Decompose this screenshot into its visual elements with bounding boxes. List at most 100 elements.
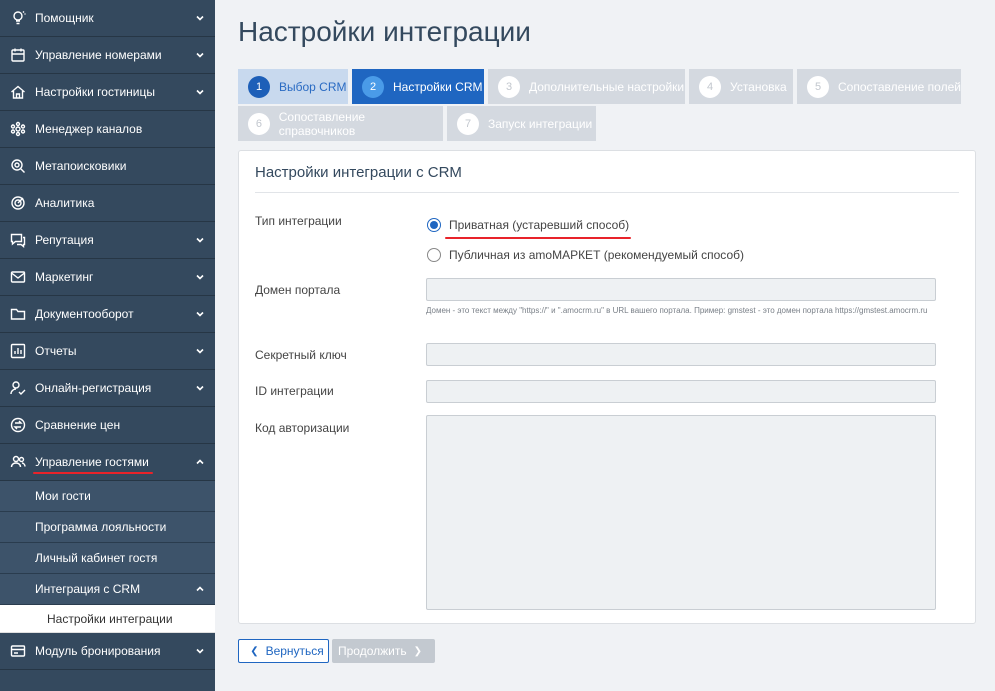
step-launch-integration[interactable]: 7 Запуск интеграции: [447, 106, 596, 141]
step-label: Настройки CRM: [393, 79, 483, 94]
back-button-label: Вернуться: [265, 644, 324, 658]
step-field-mapping[interactable]: 5 Сопоставление полей: [797, 69, 961, 104]
sidebar-subitem-label: Программа лояльности: [35, 520, 167, 534]
step-directory-mapping[interactable]: 6 Сопоставление справочников: [238, 106, 443, 141]
sidebar-item-label: Управление номерами: [35, 48, 162, 62]
sidebar-item-assistant[interactable]: Помощник: [0, 0, 215, 37]
calendar-icon: [9, 46, 27, 64]
sidebar-item-label: Отчеты: [35, 344, 77, 358]
sidebar-item-label: Настройки гостиницы: [35, 85, 155, 99]
main-content: Настройки интеграции 1 Выбор CRM 2 Настр…: [215, 0, 995, 691]
lightbulb-icon: [9, 9, 27, 27]
chevron-down-icon: [196, 274, 204, 280]
sidebar-item-documents[interactable]: Документооборот: [0, 296, 215, 333]
sidebar-item-label: Метапоисковики: [35, 159, 127, 173]
auth-code-textarea[interactable]: [426, 415, 936, 610]
step-number: 3: [498, 75, 520, 98]
chevron-down-icon: [196, 89, 204, 95]
radio-public-label: Публичная из amoМАРКЕТ (рекомендуемый сп…: [449, 248, 744, 262]
page-title: Настройки интеграции: [238, 16, 531, 47]
sidebar-item-analytics[interactable]: Аналитика: [0, 185, 215, 222]
step-number: 5: [807, 75, 829, 98]
sidebar-subsubitem-label: Настройки интеграции: [47, 611, 173, 626]
chat-icon: [9, 231, 27, 249]
price-compare-icon: [9, 416, 27, 434]
step-label: Выбор CRM: [279, 79, 347, 94]
sidebar-item-price-compare[interactable]: Сравнение цен: [0, 407, 215, 444]
chevron-left-icon: ❮: [250, 645, 259, 657]
chevron-down-icon: [196, 348, 204, 354]
sidebar-item-label: Онлайн-регистрация: [35, 381, 152, 395]
sidebar-subsubitem-integration-settings[interactable]: Настройки интеграции: [0, 605, 215, 633]
sidebar-item-label: Управление гостями: [33, 455, 153, 474]
integration-id-input[interactable]: [426, 380, 936, 403]
radio-public-indicator[interactable]: [427, 248, 441, 262]
radio-private-indicator[interactable]: [427, 218, 441, 232]
sidebar-item-online-registration[interactable]: Онлайн-регистрация: [0, 370, 215, 407]
step-number: 7: [457, 112, 479, 135]
step-installation[interactable]: 4 Установка: [689, 69, 793, 104]
sidebar-item-channel-manager[interactable]: Менеджер каналов: [0, 111, 215, 148]
sidebar-item-reports[interactable]: Отчеты: [0, 333, 215, 370]
domain-input[interactable]: [426, 278, 936, 301]
step-additional-settings[interactable]: 3 Дополнительные настройки: [488, 69, 685, 104]
sidebar-item-label: Репутация: [35, 233, 94, 247]
step-number: 6: [248, 112, 270, 135]
sidebar-subitem-my-guests[interactable]: Мои гости: [0, 481, 215, 512]
sidebar-item-label: Помощник: [35, 11, 94, 25]
booking-icon: [9, 642, 27, 660]
step-number: 2: [362, 75, 384, 98]
sidebar-item-reputation[interactable]: Репутация: [0, 222, 215, 259]
chevron-down-icon: [196, 52, 204, 58]
sidebar-item-label: Менеджер каналов: [35, 122, 143, 136]
radio-public[interactable]: Публичная из amoМАРКЕТ (рекомендуемый сп…: [427, 248, 744, 262]
step-label: Сопоставление полей: [838, 79, 961, 94]
sidebar-subitem-label: Мои гости: [35, 489, 91, 503]
folder-icon: [9, 305, 27, 323]
mail-icon: [9, 268, 27, 286]
domain-label: Домен портала: [255, 283, 341, 297]
step-label: Запуск интеграции: [488, 116, 593, 131]
sidebar-item-label: Маркетинг: [35, 270, 94, 284]
chevron-down-icon: [196, 311, 204, 317]
users-icon: [9, 453, 27, 471]
sidebar-item-booking-module[interactable]: Модуль бронирования: [0, 633, 215, 670]
chevron-down-icon: [196, 385, 204, 391]
sidebar-item-marketing[interactable]: Маркетинг: [0, 259, 215, 296]
channels-icon: [9, 120, 27, 138]
step-choose-crm[interactable]: 1 Выбор CRM: [238, 69, 348, 104]
chevron-down-icon: [196, 648, 204, 654]
target-icon: [9, 194, 27, 212]
sidebar-subitem-loyalty[interactable]: Программа лояльности: [0, 512, 215, 543]
step-label: Дополнительные настройки: [529, 79, 685, 94]
bar-chart-icon: [9, 342, 27, 360]
sidebar-item-hotel-settings[interactable]: Настройки гостиницы: [0, 74, 215, 111]
radio-private[interactable]: Приватная (устаревший способ): [427, 218, 632, 239]
radio-private-label: Приватная (устаревший способ): [444, 218, 632, 239]
sidebar-subitem-label: Личный кабинет гостя: [35, 551, 158, 565]
secret-key-input[interactable]: [426, 343, 936, 366]
sidebar-subitem-crm-integration[interactable]: Интеграция с CRM: [0, 574, 215, 605]
chevron-down-icon: [196, 237, 204, 243]
sidebar-item-label: Модуль бронирования: [35, 644, 161, 658]
step-crm-settings[interactable]: 2 Настройки CRM: [352, 69, 484, 104]
sidebar-item-label: Сравнение цен: [35, 418, 121, 432]
auth-code-label: Код авторизации: [255, 421, 350, 435]
step-number: 4: [699, 75, 721, 98]
chevron-up-icon: [196, 459, 204, 465]
sidebar-item-metasearch[interactable]: Метапоисковики: [0, 148, 215, 185]
step-label: Установка: [730, 79, 787, 94]
integration-type-label: Тип интеграции: [255, 214, 342, 228]
secret-key-label: Секретный ключ: [255, 348, 347, 362]
integration-id-label: ID интеграции: [255, 384, 334, 398]
continue-button-label: Продолжить: [338, 644, 407, 658]
sidebar: Помощник Управление номерами Настройки г…: [0, 0, 215, 691]
back-button[interactable]: ❮ Вернуться: [238, 639, 329, 663]
sidebar-subitem-guest-cabinet[interactable]: Личный кабинет гостя: [0, 543, 215, 574]
step-number: 1: [248, 75, 270, 98]
sidebar-item-label: Аналитика: [35, 196, 95, 210]
continue-button[interactable]: Продолжить ❯: [332, 639, 435, 663]
user-check-icon: [9, 379, 27, 397]
sidebar-item-guest-management[interactable]: Управление гостями: [0, 444, 215, 481]
sidebar-item-rooms[interactable]: Управление номерами: [0, 37, 215, 74]
